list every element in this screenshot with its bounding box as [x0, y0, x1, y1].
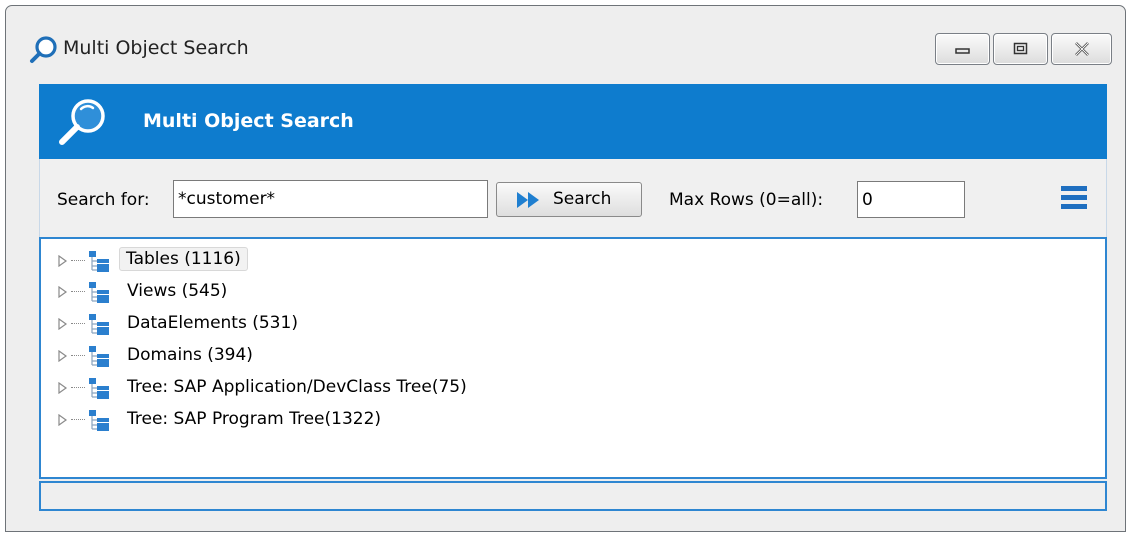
magnifier-icon	[59, 99, 105, 145]
tree-node-label: Tree: SAP Application/DevClass Tree(75)	[127, 377, 467, 397]
restore-icon	[1013, 42, 1027, 55]
tree-connector	[71, 419, 85, 421]
tree-connector	[71, 355, 85, 357]
tree-node-views[interactable]: Views (545)	[41, 276, 741, 306]
close-icon	[1074, 42, 1089, 56]
status-bar	[39, 481, 1107, 511]
max-rows-label: Max Rows (0=all):	[669, 190, 824, 210]
tree-node-label: Views (545)	[127, 281, 228, 301]
close-button[interactable]	[1051, 33, 1112, 65]
search-button-label: Search	[553, 189, 612, 209]
tree-node-program-tree[interactable]: Tree: SAP Program Tree(1322)	[41, 404, 741, 434]
header-banner: Multi Object Search	[39, 84, 1107, 159]
tree-node-icon	[89, 410, 109, 431]
minimize-button[interactable]	[935, 33, 990, 65]
expand-arrow-icon[interactable]	[58, 414, 68, 426]
tree-node-icon	[89, 251, 109, 272]
tree-node-icon	[89, 314, 109, 335]
tree-node-tables[interactable]: Tables (1116)	[41, 245, 741, 275]
search-toolbar: Search for: Search Max Rows (0=all):	[39, 159, 1107, 237]
tree-node-label: Domains (394)	[127, 345, 253, 365]
tree-node-icon	[89, 378, 109, 399]
tree-node-devclass-tree[interactable]: Tree: SAP Application/DevClass Tree(75)	[41, 372, 741, 402]
minimize-icon	[954, 48, 970, 54]
tree-connector	[71, 291, 85, 293]
tree-node-label: Tables (1116)	[119, 247, 248, 271]
tree-node-dataelements[interactable]: DataElements (531)	[41, 308, 741, 338]
results-tree: Tables (1116) Views (545) DataElements (…	[39, 237, 1107, 479]
magnifier-icon	[30, 36, 57, 63]
expand-arrow-icon[interactable]	[58, 382, 68, 394]
app-window: Multi Object Search Multi Object Search	[5, 5, 1126, 532]
expand-arrow-icon[interactable]	[58, 318, 68, 330]
tree-node-icon	[89, 282, 109, 303]
play-icon	[517, 192, 539, 208]
maximize-button[interactable]	[993, 33, 1048, 65]
tree-node-icon	[89, 346, 109, 367]
tree-node-label: DataElements (531)	[127, 313, 298, 333]
hamburger-menu-icon[interactable]	[1059, 185, 1089, 211]
window-title: Multi Object Search	[63, 37, 249, 59]
tree-connector	[71, 387, 85, 389]
expand-arrow-icon[interactable]	[58, 255, 68, 267]
tree-node-domains[interactable]: Domains (394)	[41, 340, 741, 370]
search-input[interactable]	[173, 180, 488, 218]
tree-connector	[71, 323, 85, 325]
tree-node-label: Tree: SAP Program Tree(1322)	[127, 409, 382, 429]
expand-arrow-icon[interactable]	[58, 286, 68, 298]
tree-connector	[71, 260, 85, 262]
max-rows-input[interactable]	[857, 181, 965, 218]
header-title: Multi Object Search	[143, 110, 354, 132]
search-button[interactable]: Search	[496, 182, 642, 217]
expand-arrow-icon[interactable]	[58, 350, 68, 362]
search-label: Search for:	[57, 190, 150, 210]
title-bar[interactable]: Multi Object Search	[6, 6, 1125, 78]
